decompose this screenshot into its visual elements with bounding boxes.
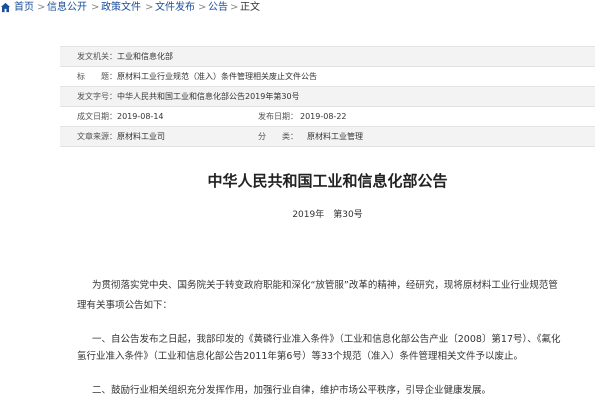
breadcrumb: 首页 > 信息公开 > 政策文件 > 文件发布 > 公告 > 正文 <box>0 0 600 15</box>
document-metadata: 发文机关： 工业和信息化部 标 题： 原材料工业行业规范（准入）条件管理相关废止… <box>60 46 595 147</box>
breadcrumb-home[interactable]: 首页 <box>14 0 34 15</box>
breadcrumb-policy-files[interactable]: 政策文件 <box>101 0 141 15</box>
docno-value: 中华人民共和国工业和信息化部公告2019年第30号 <box>117 92 300 101</box>
breadcrumb-separator: > <box>91 2 100 13</box>
issuer-value: 工业和信息化部 <box>117 52 173 61</box>
breadcrumb-separator: > <box>230 2 239 13</box>
created-label: 成文日期： <box>77 112 117 121</box>
meta-row-issuer: 发文机关： 工业和信息化部 <box>60 47 595 67</box>
breadcrumb-announcement[interactable]: 公告 <box>208 0 228 15</box>
category-value: 原材料工业管理 <box>307 132 363 141</box>
article-title: 中华人民共和国工业和信息化部公告 <box>207 172 448 190</box>
paragraph-intro-line2: 理有关事项公告如下： <box>77 300 173 311</box>
paragraph-item2: 二、鼓励行业相关组织充分发挥作用，加强行业自律，维护市场公平秩序，引导企业健康发… <box>92 385 492 396</box>
breadcrumb-separator: > <box>145 2 154 13</box>
breadcrumb-file-release[interactable]: 文件发布 <box>155 0 195 15</box>
article-number: 2019年 第30号 <box>60 207 595 220</box>
meta-row-docno: 发文字号： 中华人民共和国工业和信息化部公告2019年第30号 <box>60 87 595 107</box>
title-label: 标 题： <box>77 72 117 81</box>
docno-label: 发文字号： <box>77 92 117 101</box>
issuer-label: 发文机关： <box>77 52 117 61</box>
meta-row-dates: 成文日期： 2019-08-14 发布日期： 2019-08-22 <box>60 107 595 127</box>
article-number-no: 第30号 <box>333 210 363 220</box>
breadcrumb-info-public[interactable]: 信息公开 <box>47 0 87 15</box>
title-value: 原材料工业行业规范（准入）条件管理相关废止文件公告 <box>117 72 317 81</box>
source-value: 原材料工业司 <box>117 132 165 141</box>
meta-row-title: 标 题： 原材料工业行业规范（准入）条件管理相关废止文件公告 <box>60 67 595 87</box>
home-icon <box>0 2 11 13</box>
paragraph-item1-line2: 氢行业准入条件》（工业和信息化部公告2011年第6号）等33个规范（准入）条件管… <box>77 351 524 362</box>
breadcrumb-separator: > <box>198 2 207 13</box>
meta-row-source: 文章来源： 原材料工业司 分 类： 原材料工业管理 <box>60 127 595 147</box>
published-label: 发布日期： <box>258 112 298 121</box>
created-value: 2019-08-14 <box>117 112 164 121</box>
source-label: 文章来源： <box>77 132 117 141</box>
breadcrumb-separator: > <box>37 2 46 13</box>
category-label: 分 类： <box>258 132 298 141</box>
paragraph-intro-line1: 为贯彻落实党中央、国务院关于转变政府职能和深化“放管服”改革的精神，经研究，现将… <box>92 280 558 291</box>
breadcrumb-current: 正文 <box>240 2 260 13</box>
article-number-year: 2019年 <box>292 210 325 220</box>
published-value: 2019-08-22 <box>300 112 347 121</box>
